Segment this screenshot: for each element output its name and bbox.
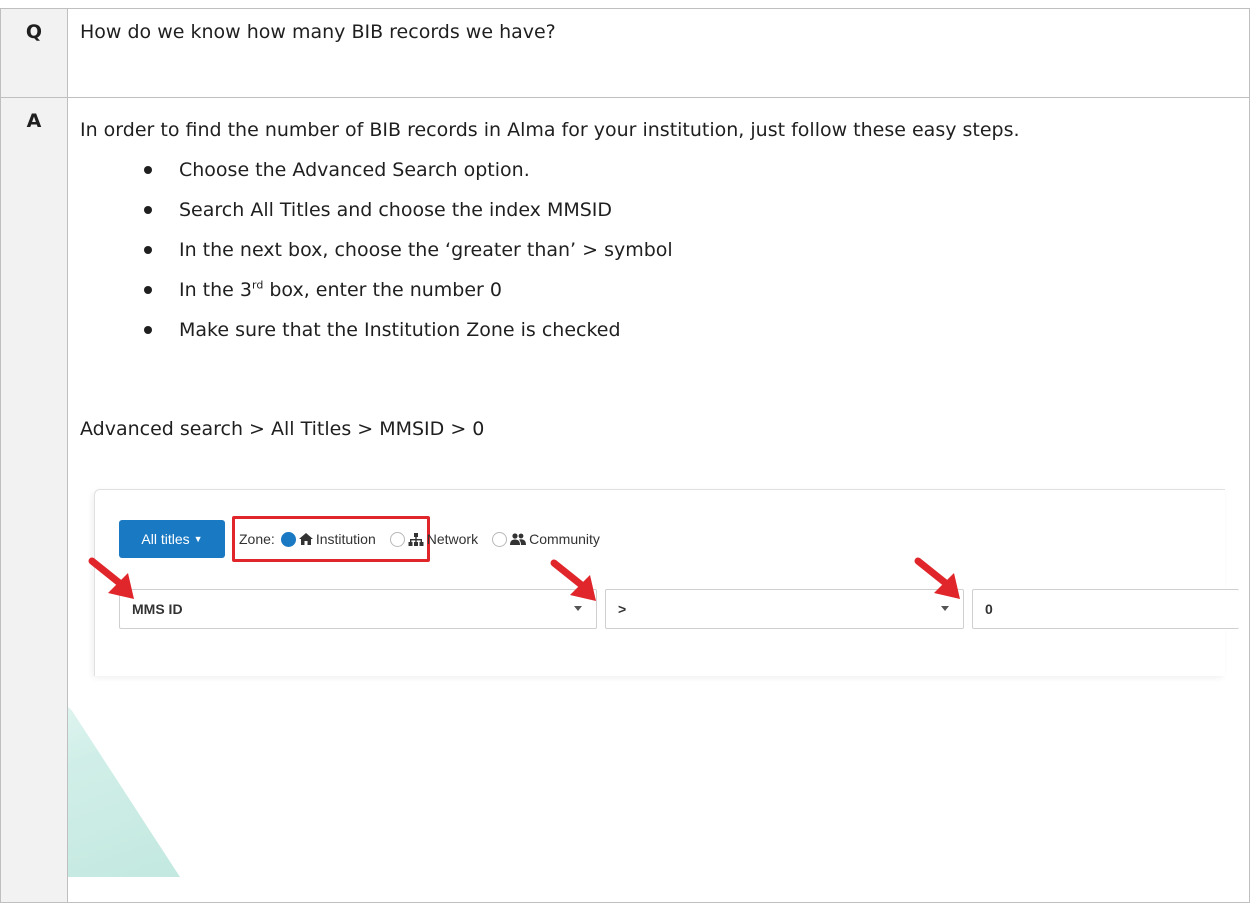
all-titles-label: All titles xyxy=(141,531,190,547)
qa-table: Q How do we know how many BIB records we… xyxy=(0,8,1250,903)
search-path: Advanced search > All Titles > MMSID > 0 xyxy=(80,418,485,440)
community-icon xyxy=(510,533,527,545)
alma-search-screenshot: All titles ▼ Zone: Institution Network C… xyxy=(80,477,1239,676)
zone-option-community[interactable]: Community xyxy=(492,531,600,547)
zone-option-label: Community xyxy=(529,531,600,547)
operator-select[interactable]: > xyxy=(605,589,964,629)
step-item: Make sure that the Institution Zone is c… xyxy=(80,310,1237,350)
index-select-value: MMS ID xyxy=(132,601,183,617)
value-input-value: 0 xyxy=(985,601,993,617)
all-titles-button[interactable]: All titles ▼ xyxy=(119,520,225,558)
index-select[interactable]: MMS ID xyxy=(119,589,597,629)
steps-list: Choose the Advanced Search option. Searc… xyxy=(80,150,1237,350)
zone-option-label: Institution xyxy=(315,531,376,547)
answer-cell: In order to find the number of BIB recor… xyxy=(67,97,1250,903)
step-text: box, enter the number 0 xyxy=(263,279,502,301)
dropdown-arrow-icon xyxy=(574,606,582,611)
question-row: Q How do we know how many BIB records we… xyxy=(0,8,1250,98)
step-item: In the next box, choose the ‘greater tha… xyxy=(80,230,1237,270)
red-arrow-icon xyxy=(550,559,596,601)
search-panel: All titles ▼ Zone: Institution Network C… xyxy=(94,489,1239,676)
step-superscript: rd xyxy=(252,278,264,292)
radio-unselected[interactable] xyxy=(389,531,405,547)
operator-select-value: > xyxy=(618,601,627,617)
dropdown-arrow-icon xyxy=(941,606,949,611)
step-text: In the 3 xyxy=(179,279,252,301)
caret-down-icon: ▼ xyxy=(193,534,203,544)
red-arrow-icon xyxy=(914,557,960,599)
zone-option-network[interactable]: Network xyxy=(389,531,479,547)
step-item: Search All Titles and choose the index M… xyxy=(80,190,1237,230)
zone-option-label: Network xyxy=(426,531,479,547)
value-input[interactable]: 0 xyxy=(972,589,1239,629)
radio-unselected[interactable] xyxy=(492,531,508,547)
question-text: How do we know how many BIB records we h… xyxy=(67,8,1250,98)
answer-row: A In order to find the number of BIB rec… xyxy=(0,97,1250,903)
home-icon xyxy=(298,533,313,545)
step-item: In the 3rd box, enter the number 0 xyxy=(80,270,1237,310)
network-icon xyxy=(408,532,424,546)
zone-label: Zone: xyxy=(239,531,275,547)
zone-selector: Zone: Institution Network Community xyxy=(239,518,600,560)
answer-letter: A xyxy=(0,97,68,903)
answer-intro: In order to find the number of BIB recor… xyxy=(80,119,1020,141)
question-letter: Q xyxy=(0,8,68,98)
step-item: Choose the Advanced Search option. xyxy=(80,150,1237,190)
zone-option-institution[interactable]: Institution xyxy=(280,531,376,547)
radio-selected[interactable] xyxy=(280,531,296,547)
red-arrow-icon xyxy=(88,557,134,599)
